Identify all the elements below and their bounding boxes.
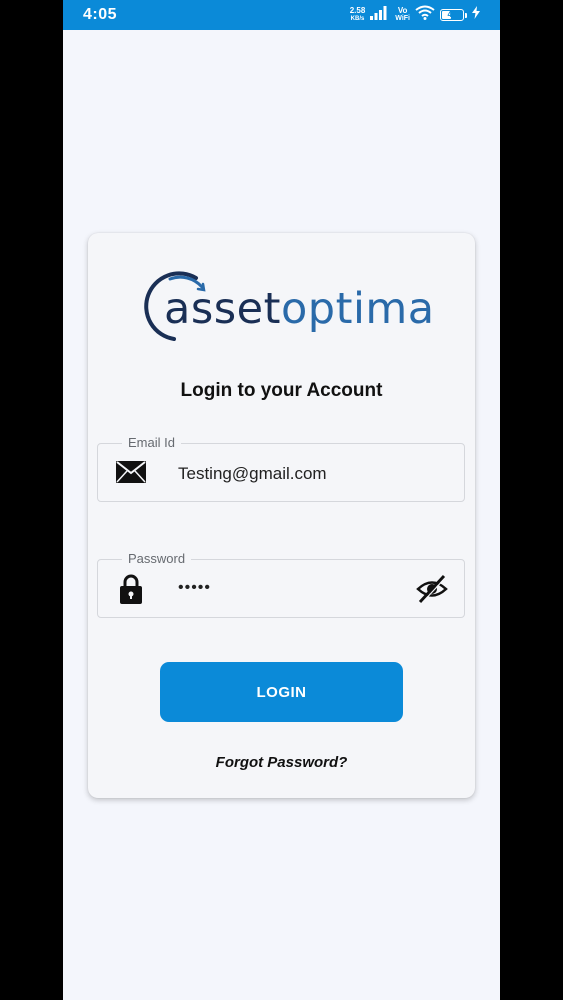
status-icons: 2.58 KB/s Vo WiFi 46 (350, 5, 480, 25)
signal-icon (370, 5, 390, 25)
vowifi-bottom: WiFi (395, 15, 410, 22)
charging-icon (472, 6, 480, 24)
eye-off-icon[interactable] (416, 574, 448, 609)
phone-screen: 4:05 2.58 KB/s Vo WiFi 46 assetoptima Lo… (63, 0, 500, 1000)
mail-icon (116, 461, 146, 488)
assetoptima-logo: assetoptima (144, 267, 434, 347)
status-bar: 4:05 2.58 KB/s Vo WiFi 46 (63, 0, 500, 30)
forgot-password-link[interactable]: Forgot Password? (88, 754, 475, 771)
vowifi-indicator: Vo WiFi (395, 7, 410, 23)
email-field-label: Email Id (122, 434, 181, 452)
logo-text-asset: asset (164, 284, 281, 334)
email-field[interactable]: Email Id Testing@gmail.com (97, 434, 465, 503)
battery-cap (465, 12, 467, 18)
vowifi-top: Vo (397, 6, 408, 15)
wifi-icon (415, 5, 435, 25)
login-button[interactable]: LOGIN (160, 662, 403, 722)
lock-icon (120, 574, 142, 609)
logo-text-optima: optima (280, 284, 435, 334)
battery-icon: 46 (440, 9, 464, 21)
email-input[interactable]: Testing@gmail.com (178, 444, 327, 503)
network-speed-value: 2.58 (349, 6, 366, 15)
network-speed-unit: KB/s (350, 16, 365, 22)
battery-level: 46 (447, 10, 457, 19)
password-input[interactable]: ••••• (178, 558, 211, 617)
password-field[interactable]: Password ••••• (97, 550, 465, 618)
login-card: assetoptima Login to your Account Email … (88, 233, 475, 798)
logo-wordmark: assetoptima (164, 283, 435, 335)
status-time: 4:05 (83, 6, 118, 23)
network-speed: 2.58 KB/s (350, 7, 366, 23)
login-title: Login to your Account (180, 380, 383, 401)
